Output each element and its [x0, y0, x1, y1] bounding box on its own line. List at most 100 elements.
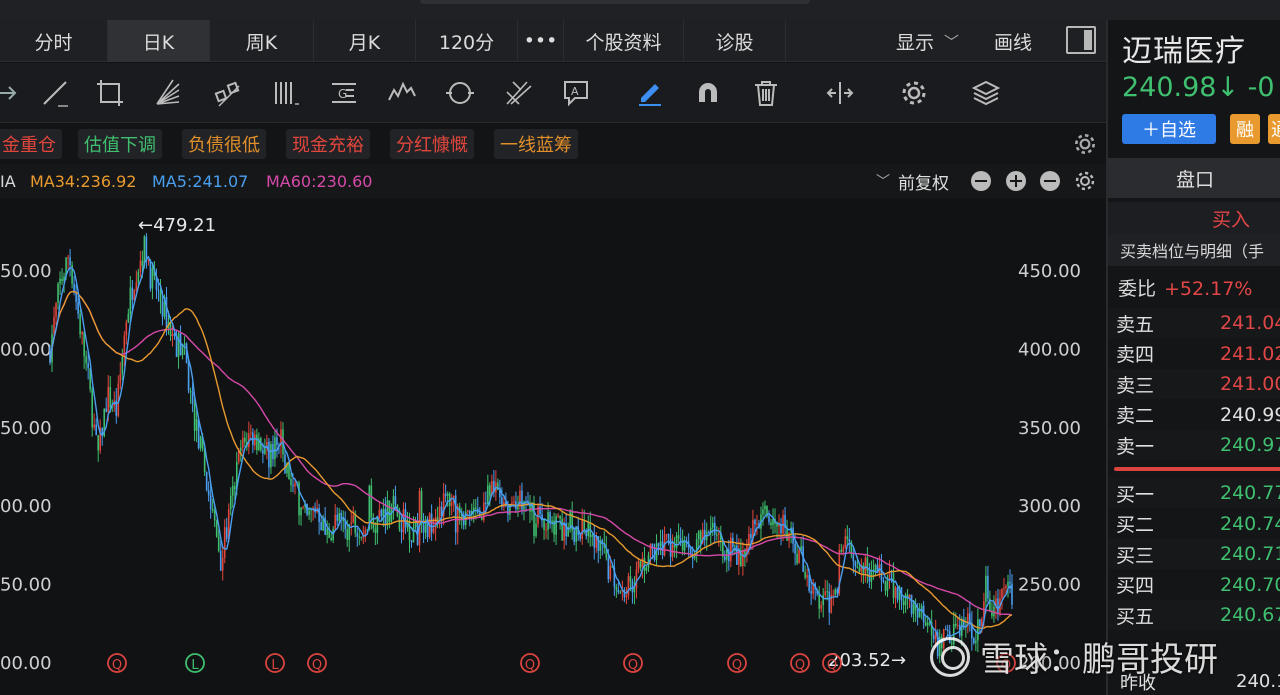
ask-price: 241.02 — [1220, 342, 1280, 365]
tag-item[interactable]: 金重仓 — [0, 129, 62, 159]
tab-daily-k[interactable]: 日K — [108, 20, 210, 62]
tab-intraday[interactable]: 分时 — [0, 20, 108, 62]
candle — [659, 541, 662, 547]
wave-icon[interactable] — [384, 75, 420, 111]
chevron-down-icon: ﹀ — [944, 32, 960, 51]
tag-item[interactable]: 估值下调 — [78, 129, 162, 159]
candle — [388, 500, 391, 522]
stock-name: 迈瑞医疗 — [1122, 34, 1246, 69]
annotation-icon[interactable]: A — [558, 75, 594, 111]
gear-icon[interactable] — [1073, 169, 1097, 197]
svg-text:A: A — [571, 85, 579, 98]
order-detail-header[interactable]: 买卖档位与明细（手 — [1108, 234, 1280, 266]
gear-icon[interactable] — [896, 75, 932, 111]
candle — [233, 485, 236, 490]
candle — [97, 435, 100, 451]
candle — [326, 528, 328, 535]
tab-120min[interactable]: 120分 — [416, 20, 518, 62]
margin-badge[interactable]: 融 — [1230, 114, 1260, 144]
bid-row[interactable]: 买三 240.71 — [1108, 539, 1280, 570]
candle — [810, 591, 812, 594]
adjust-dropdown[interactable]: 前复权 — [898, 169, 949, 194]
ask-row[interactable]: 卖一 240.97 — [1108, 430, 1280, 461]
candle — [633, 588, 636, 593]
panel-layout-icon[interactable] — [1066, 26, 1096, 54]
vertical-lines-icon[interactable] — [268, 75, 304, 111]
text-box-icon[interactable]: G — [326, 75, 362, 111]
bid-row[interactable]: 买二 240.74 — [1108, 508, 1280, 539]
candle — [856, 566, 859, 568]
candle — [370, 485, 373, 518]
candle — [219, 550, 222, 571]
ask-row[interactable]: 卖四 241.02 — [1108, 338, 1280, 369]
tab-diagnosis[interactable]: 诊股 — [684, 20, 786, 62]
candle — [673, 544, 676, 548]
kline-canvas[interactable]: 50.00 450.00 00.00 400.00 50.00 350.00 00.00 30… — [0, 198, 1106, 695]
ma5-value: MA5:241.07 — [152, 171, 249, 191]
trash-icon[interactable] — [748, 75, 784, 111]
fib-icon[interactable] — [500, 75, 536, 111]
display-dropdown[interactable]: 显示 ﹀ — [896, 20, 959, 62]
zoom-in-icon[interactable] — [1006, 171, 1026, 191]
bid-row[interactable]: 买五 240.67 — [1108, 600, 1280, 631]
ask-label: 卖五 — [1116, 313, 1155, 336]
candle — [715, 534, 718, 536]
candle — [806, 575, 808, 578]
candle — [213, 510, 216, 521]
candle — [834, 589, 837, 595]
tab-more[interactable]: ••• — [518, 20, 564, 62]
gear-icon[interactable] — [1072, 131, 1098, 161]
candle — [374, 528, 377, 533]
candle — [145, 236, 148, 261]
bid-row[interactable]: 买四 240.70 — [1108, 569, 1280, 600]
measure-icon[interactable] — [822, 75, 858, 111]
bid-row[interactable]: 买一 240.77 — [1108, 478, 1280, 508]
candle — [300, 507, 302, 516]
add-watchlist-button[interactable]: ＋自选 — [1122, 114, 1216, 144]
ma-prefix: IA — [0, 171, 16, 191]
candle — [896, 587, 899, 600]
arrow-icon[interactable] — [0, 75, 26, 111]
left-axis-tick: 50.00 — [0, 261, 52, 282]
tab-stock-profile[interactable]: 个股资料 — [564, 20, 684, 62]
cycle-icon[interactable] — [442, 75, 478, 111]
candle — [924, 622, 927, 626]
layers-icon[interactable] — [968, 75, 1004, 111]
tag-item[interactable]: 负债很低 — [182, 129, 266, 159]
pen-icon[interactable] — [632, 75, 668, 111]
candle — [193, 403, 196, 431]
tab-order-book[interactable]: 盘口 — [1108, 158, 1280, 198]
ask-row[interactable]: 卖三 241.00 — [1108, 369, 1280, 400]
bid-price: 240.67 — [1220, 604, 1280, 627]
draw-line-button[interactable]: 画线 — [994, 20, 1032, 62]
link-icon[interactable] — [210, 75, 246, 111]
tag-item[interactable]: 一线蓝筹 — [494, 129, 578, 159]
kline-chart[interactable]: 50.00 450.00 00.00 400.00 50.00 350.00 00.00 30… — [0, 198, 1106, 695]
candle — [127, 313, 130, 323]
candle — [151, 268, 154, 289]
candle — [513, 501, 515, 503]
candle — [846, 536, 849, 540]
candle — [711, 522, 714, 528]
tag-item[interactable]: 现金充裕 — [286, 129, 370, 159]
collapse-icon[interactable] — [1040, 171, 1060, 191]
fan-icon[interactable] — [150, 75, 186, 111]
ask-label: 卖二 — [1116, 405, 1155, 428]
ask-row[interactable]: 卖五 241.04 — [1108, 308, 1280, 338]
candle — [619, 591, 622, 593]
ask-row[interactable]: 卖二 240.99 — [1108, 399, 1280, 430]
magnet-icon[interactable] — [690, 75, 726, 111]
tab-monthly-k[interactable]: 月K — [314, 20, 416, 62]
zoom-out-icon[interactable] — [971, 171, 991, 191]
left-axis-tick: 00.00 — [0, 339, 52, 360]
connect-badge[interactable]: 通 — [1268, 114, 1280, 144]
tag-item[interactable]: 分红慷慨 — [390, 129, 474, 159]
tab-weekly-k[interactable]: 周K — [210, 20, 314, 62]
buy-button[interactable]: 买入 — [1108, 202, 1280, 234]
candle — [131, 287, 134, 301]
line-icon[interactable] — [37, 75, 73, 111]
candle — [125, 322, 128, 336]
candle — [57, 283, 59, 303]
rect-icon[interactable] — [92, 75, 128, 111]
candle — [665, 533, 668, 535]
